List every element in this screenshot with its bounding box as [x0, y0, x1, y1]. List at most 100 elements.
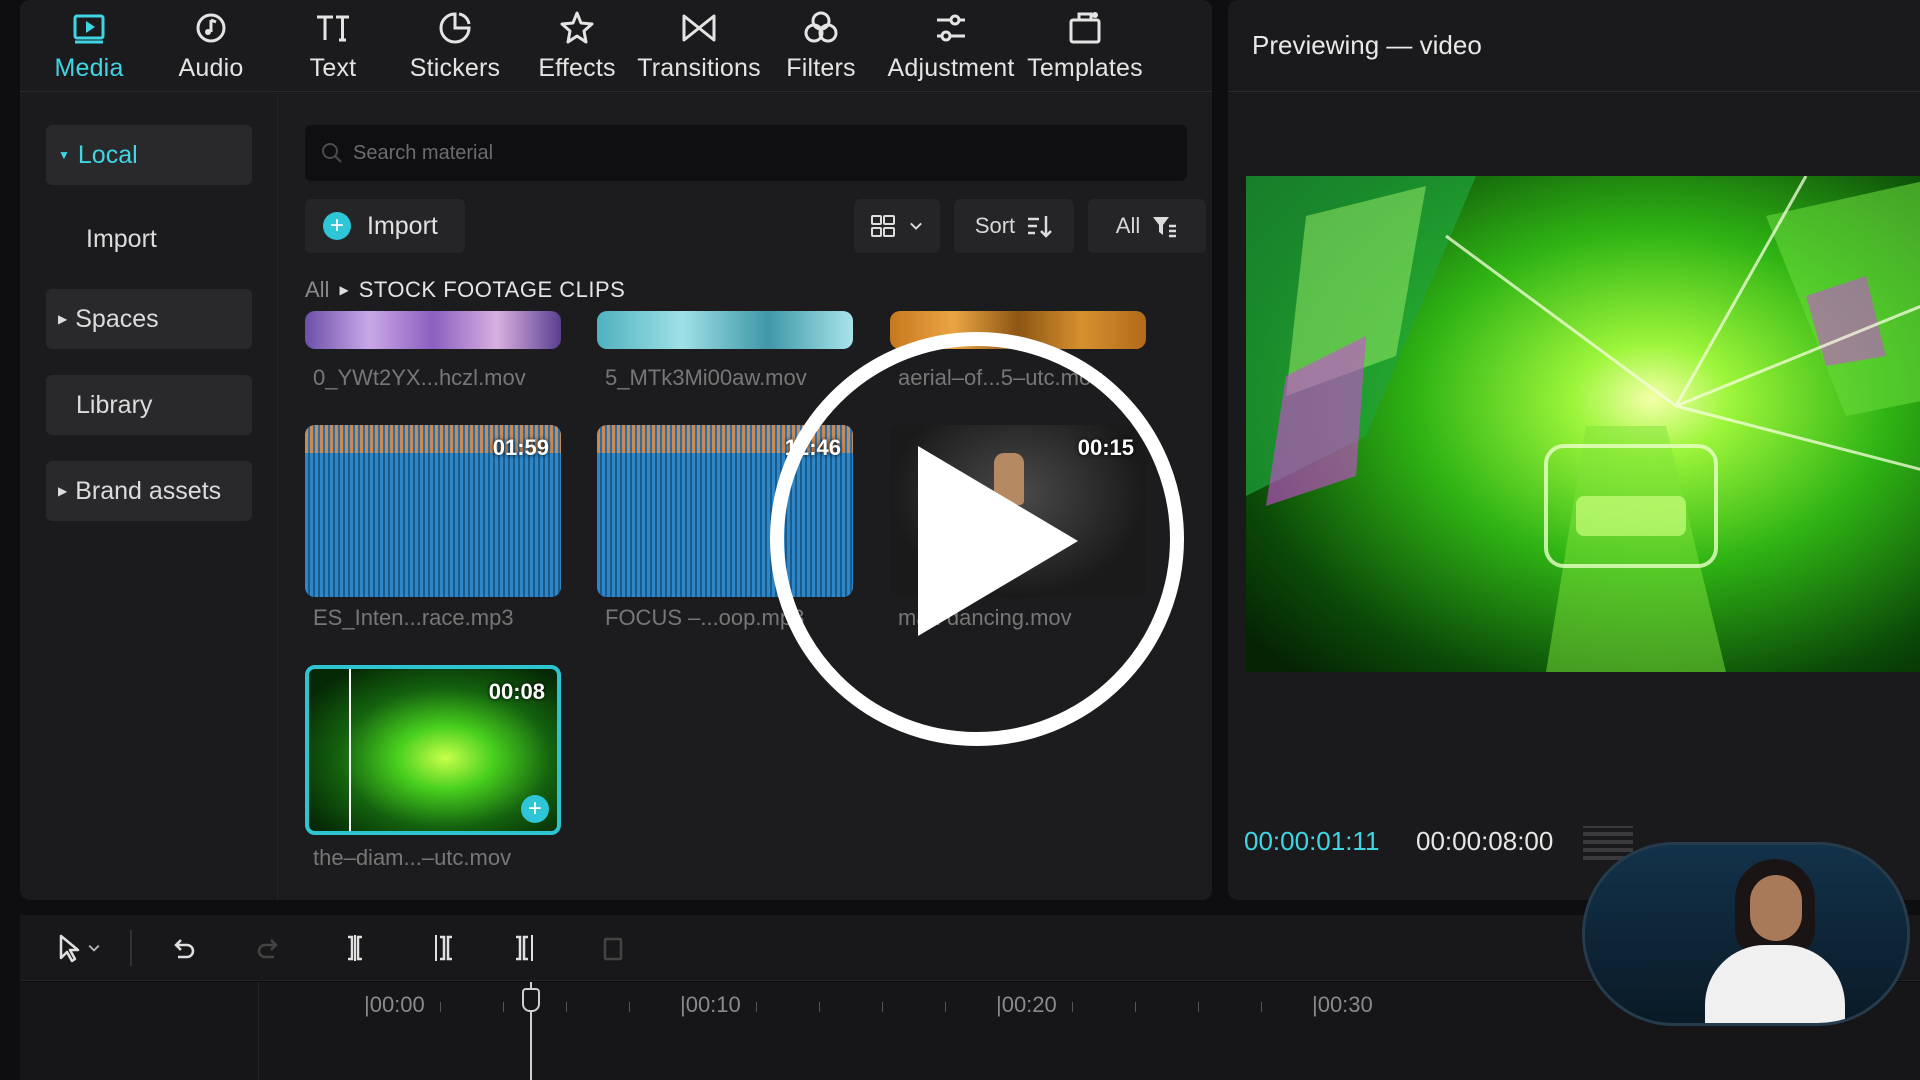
preview-title: Previewing — video: [1252, 30, 1482, 60]
tab-label: Filters: [786, 54, 856, 82]
tab-label: Audio: [178, 54, 244, 82]
tab-filters[interactable]: Filters: [760, 0, 882, 92]
media-icon: [73, 14, 105, 44]
sticker-icon: [439, 12, 471, 44]
text-icon: [317, 15, 349, 42]
filters-icon: [804, 11, 838, 43]
tick: [1135, 1002, 1136, 1012]
preview-panel: Previewing — video 00:00:01:11 00:00:08:…: [1228, 0, 1920, 900]
trim-right-button[interactable]: [484, 915, 570, 981]
breadcrumb-current: STOCK FOOTAGE CLIPS: [358, 277, 626, 302]
redo-button[interactable]: [226, 915, 312, 981]
tab-label: Templates: [1027, 54, 1143, 82]
redo-icon: [257, 938, 278, 958]
tick: [1261, 1002, 1262, 1012]
filter-button[interactable]: All: [1088, 199, 1206, 253]
grid-icon: [871, 215, 895, 237]
track-divider: [258, 982, 259, 1080]
breadcrumb: All ▶ STOCK FOOTAGE CLIPS: [305, 277, 625, 303]
tick: [882, 1002, 883, 1012]
sort-icon: [1028, 216, 1053, 238]
file-name: 0_YWt2YX...hczl.mov: [313, 365, 526, 390]
webcam-overlay: [1582, 842, 1910, 1026]
tab-text[interactable]: Text: [272, 0, 394, 92]
playhead-marker: [349, 669, 351, 831]
tick-label: |00:30: [1312, 992, 1373, 1017]
breadcrumb-root[interactable]: All: [305, 277, 329, 303]
video-viewer[interactable]: [1246, 176, 1920, 672]
sidebar-item-label: Library: [76, 390, 153, 419]
sidebar-item-label: Import: [86, 224, 157, 253]
tick: [756, 1002, 757, 1012]
cursor-icon: [59, 934, 80, 962]
undo-button[interactable]: [140, 915, 226, 981]
media-sidebar: ▼ Local Import ▶ Spaces Library ▶ Brand …: [20, 93, 278, 900]
trim-left-button[interactable]: [398, 915, 484, 981]
import-button[interactable]: + Import: [305, 199, 465, 253]
sidebar-item-local[interactable]: ▼ Local: [46, 125, 252, 185]
search-input[interactable]: Search material: [305, 125, 1187, 181]
sidebar-item-library[interactable]: Library: [46, 375, 252, 435]
preview-header: Previewing — video: [1228, 0, 1920, 92]
delete-button[interactable]: [570, 915, 656, 981]
filter-icon: [1153, 217, 1177, 238]
tab-label: Stickers: [409, 54, 501, 82]
file-name: FOCUS –...oop.mp3: [605, 605, 805, 630]
trim-right-icon: [516, 934, 533, 961]
delete-icon: [603, 937, 623, 960]
transitions-icon: [682, 14, 716, 42]
view-mode-button[interactable]: [854, 199, 940, 253]
trim-left-icon: [435, 934, 452, 961]
video-frame: [1246, 176, 1920, 672]
split-button[interactable]: [312, 915, 398, 981]
clip-duration: 00:08: [488, 679, 545, 704]
split-icon: [348, 934, 362, 961]
media-thumbnail[interactable]: 01:59: [305, 425, 561, 597]
sidebar-item-spaces[interactable]: ▶ Spaces: [46, 289, 252, 349]
audio-icon: [196, 13, 226, 43]
sort-button[interactable]: Sort: [954, 199, 1074, 253]
sidebar-item-label: Brand assets: [75, 476, 222, 505]
file-name: ES_Inten...race.mp3: [313, 605, 514, 630]
waveform: [305, 453, 561, 597]
import-label: Import: [367, 211, 438, 240]
tab-audio[interactable]: Audio: [150, 0, 272, 92]
undo-icon: [174, 938, 195, 958]
tab-templates[interactable]: Templates: [1020, 0, 1150, 92]
tick: [945, 1002, 946, 1012]
search-icon: [322, 143, 342, 163]
tab-adjustment[interactable]: Adjustment: [882, 0, 1020, 92]
caret-right-icon: ▶: [58, 484, 68, 498]
tick: [566, 1002, 567, 1012]
add-to-timeline-icon[interactable]: +: [521, 795, 549, 823]
tick: [1072, 1002, 1073, 1012]
media-thumbnail[interactable]: [597, 311, 853, 349]
filter-label: All: [1115, 213, 1141, 238]
file-name: 5_MTk3Mi00aw.mov: [605, 365, 807, 390]
tick-label: |00:20: [996, 992, 1057, 1017]
playhead-handle[interactable]: [522, 988, 540, 1012]
clip-duration: 01:59: [492, 435, 549, 460]
adjustment-icon: [937, 14, 965, 42]
tab-effects[interactable]: Effects: [516, 0, 638, 92]
chevron-down-icon: [88, 944, 100, 952]
play-icon: [918, 446, 1078, 636]
sidebar-item-import[interactable]: Import: [46, 209, 252, 269]
caret-right-icon: ▶: [58, 312, 68, 326]
tick-label: |00:10: [680, 992, 741, 1017]
total-timecode: 00:00:08:00: [1416, 826, 1554, 856]
effects-icon: [560, 11, 594, 44]
search-placeholder: Search material: [353, 141, 494, 164]
sidebar-item-brand-assets[interactable]: ▶ Brand assets: [46, 461, 252, 521]
breadcrumb-separator-icon: ▶: [339, 283, 349, 297]
tick: [629, 1002, 630, 1012]
media-thumbnail-selected[interactable]: 00:08 +: [305, 665, 561, 835]
tab-transitions[interactable]: Transitions: [637, 0, 761, 92]
tab-media[interactable]: Media: [28, 0, 150, 92]
media-thumbnail[interactable]: [305, 311, 561, 349]
tab-stickers[interactable]: Stickers: [394, 0, 516, 92]
tab-label: Effects: [538, 54, 616, 82]
select-tool-button[interactable]: [36, 915, 122, 981]
sort-label: Sort: [974, 213, 1016, 238]
sidebar-item-label: Spaces: [75, 304, 159, 333]
